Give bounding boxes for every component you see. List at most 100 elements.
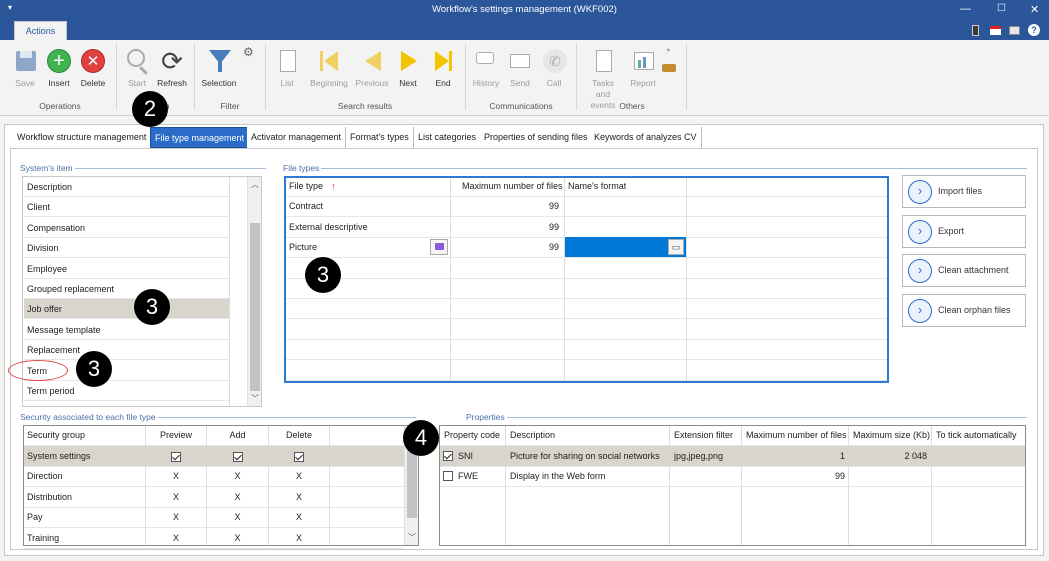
max-size-cell[interactable]: 2 048	[849, 446, 927, 466]
header-names-format[interactable]: Name's format	[568, 176, 626, 196]
max-files-cell[interactable]: 99	[452, 237, 559, 257]
minimize-button[interactable]: —	[960, 3, 971, 15]
maximize-button[interactable]: ☐	[997, 3, 1006, 14]
calendar-icon[interactable]	[990, 26, 1001, 35]
del-cell[interactable]: X	[269, 528, 329, 548]
max-files-cell[interactable]: 99	[742, 466, 845, 486]
preview-cell[interactable]: X	[146, 466, 206, 486]
ribbon-tab-actions[interactable]: Actions	[14, 21, 67, 40]
list-item[interactable]: Division	[24, 238, 229, 259]
list-item[interactable]: Grouped replacement	[24, 279, 229, 299]
list-item[interactable]: Replacement	[24, 340, 229, 361]
del-cell[interactable]: X	[269, 487, 329, 507]
file-type-cell[interactable]: External descriptive	[289, 217, 368, 237]
add-cell[interactable]: X	[207, 487, 268, 507]
security-header-3[interactable]: Delete	[269, 425, 329, 445]
system-item-scrollbar[interactable]: ︿ ﹀	[247, 177, 261, 406]
security-header-2[interactable]: Add	[207, 425, 268, 445]
add-cell[interactable]: X	[207, 466, 268, 486]
file-type-cell[interactable]: Contract	[289, 196, 323, 216]
clean-attachment-button[interactable]: › Clean attachment	[902, 254, 1026, 288]
properties-header-4[interactable]: Maximum size (Kb)	[853, 425, 930, 445]
help-icon[interactable]: ?	[1028, 24, 1040, 36]
delete-button[interactable]: ✕ Delete	[71, 46, 115, 88]
security-group-cell[interactable]: System settings	[27, 446, 91, 466]
preview-cell[interactable]: X	[146, 507, 206, 527]
scroll-thumb[interactable]	[407, 450, 417, 518]
clock-icon[interactable]: ◔	[664, 45, 671, 57]
preview-cell[interactable]: X	[146, 487, 206, 507]
header-max-files[interactable]: Maximum number of files	[462, 176, 563, 196]
security-header-0[interactable]: Security group	[27, 425, 85, 445]
del-cell[interactable]: X	[269, 466, 329, 486]
list-item[interactable]: Message template	[24, 320, 229, 340]
properties-header-3[interactable]: Maximum number of files	[746, 425, 847, 445]
close-window-button[interactable]: ✕	[1030, 3, 1039, 16]
del-cell[interactable]	[269, 446, 329, 466]
properties-header-2[interactable]: Extension filter	[674, 425, 733, 445]
list-button[interactable]: List	[265, 46, 309, 88]
list-item[interactable]: Description	[24, 177, 229, 197]
checkbox[interactable]	[443, 450, 453, 461]
max-files-cell[interactable]: 99	[452, 217, 559, 237]
beginning-button[interactable]: Beginning	[306, 46, 352, 88]
security-group-cell[interactable]: Distribution	[27, 487, 72, 507]
security-group-cell[interactable]: Pay	[27, 507, 43, 527]
properties-header-5[interactable]: To tick automatically	[936, 425, 1017, 445]
property-code-cell[interactable]: SNI	[458, 446, 473, 466]
checkbox[interactable]	[232, 451, 243, 462]
security-header-1[interactable]: Preview	[146, 425, 206, 445]
call-button[interactable]: ✆ Call	[532, 46, 576, 88]
add-cell[interactable]: X	[207, 528, 268, 548]
property-description-cell[interactable]: Display in the Web form	[510, 466, 605, 486]
extension-filter-cell[interactable]: jpg,jpeg,png	[674, 446, 723, 466]
scroll-thumb[interactable]	[250, 223, 260, 391]
cake-icon[interactable]	[662, 64, 676, 72]
tab-formats-types[interactable]: Format's types	[346, 127, 414, 148]
file-type-cell[interactable]: Picture	[289, 237, 317, 257]
gear-icon[interactable]: ⚙	[243, 45, 254, 59]
max-files-cell[interactable]: 1	[742, 446, 845, 466]
security-group-cell[interactable]: Direction	[27, 466, 63, 486]
comment-icon[interactable]	[430, 239, 448, 255]
preview-cell[interactable]	[146, 446, 206, 466]
preview-cell[interactable]: X	[146, 528, 206, 548]
add-cell[interactable]	[207, 446, 268, 466]
tab-file-type-management[interactable]: File type management	[150, 127, 250, 148]
list-item[interactable]: Client	[24, 197, 229, 218]
list-item[interactable]: Compensation	[24, 218, 229, 238]
chevron-down-icon[interactable]: ﹀	[251, 393, 259, 404]
del-cell[interactable]: X	[269, 507, 329, 527]
export-button[interactable]: › Export	[902, 214, 1026, 248]
clean-orphan-files-button[interactable]: › Clean orphan files	[902, 294, 1026, 328]
tab-activator-management[interactable]: Activator management	[247, 127, 347, 148]
import-files-button[interactable]: › Import files	[902, 175, 1026, 208]
checkbox[interactable]	[443, 471, 453, 482]
refresh-button[interactable]: ⟳ Refresh	[150, 46, 194, 88]
chevron-up-icon[interactable]: ︿	[251, 179, 259, 190]
list-item[interactable]: Job offer	[24, 299, 229, 320]
checkbox[interactable]	[171, 451, 181, 462]
tab-list-categories[interactable]: List categories	[414, 127, 482, 148]
checkbox[interactable]	[294, 451, 304, 462]
image-picker-icon[interactable]: ▭	[668, 239, 684, 255]
properties-header-1[interactable]: Description	[510, 425, 555, 445]
security-group-cell[interactable]: Training	[27, 528, 59, 548]
calculator-icon[interactable]	[972, 25, 979, 36]
property-description-cell[interactable]: Picture for sharing on social networks	[510, 446, 660, 466]
selection-button[interactable]: Selection	[197, 46, 241, 88]
header-file-type[interactable]: File type	[289, 176, 323, 196]
tab-keywords-analyzes-cv[interactable]: Keywords of analyzes CV	[590, 127, 702, 148]
report-button[interactable]: Report	[621, 46, 665, 88]
tab-properties-sending-files[interactable]: Properties of sending files	[480, 127, 593, 148]
end-button[interactable]: End	[421, 46, 465, 88]
list-item[interactable]: Term period	[24, 381, 229, 401]
print-icon[interactable]	[1009, 26, 1020, 35]
add-cell[interactable]: X	[207, 507, 268, 527]
max-files-cell[interactable]: 99	[452, 196, 559, 216]
chevron-down-icon[interactable]: ﹀	[408, 532, 416, 543]
list-item[interactable]: Employee	[24, 259, 229, 279]
tab-workflow-structure[interactable]: Workflow structure management	[13, 127, 152, 148]
property-code-cell[interactable]: FWE	[458, 466, 478, 486]
properties-header-0[interactable]: Property code	[444, 425, 500, 445]
